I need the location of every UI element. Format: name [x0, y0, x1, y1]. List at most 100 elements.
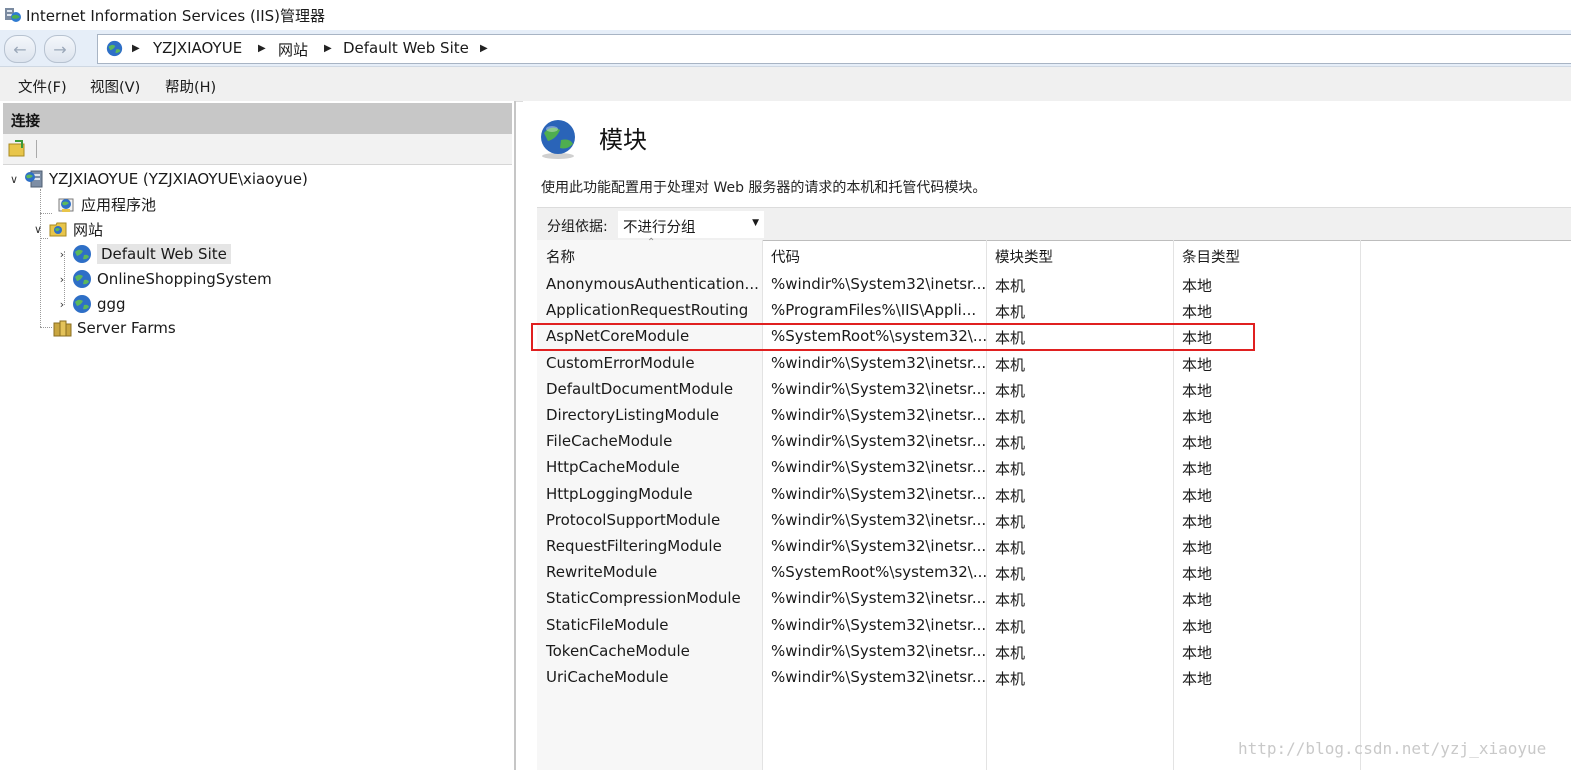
table-row[interactable]: ApplicationRequestRouting %ProgramFiles%\… [537, 299, 1571, 323]
table-row[interactable]: RequestFilteringModule %windir%\System32\… [537, 535, 1571, 559]
menu-file[interactable]: 文件(F) [18, 76, 67, 97]
modules-list: ⌃ 名称 代码 模块类型 条目类型 AnonymousAuthenticatio… [537, 237, 1571, 770]
cell-code: %windir%\System32\inetsr... [771, 510, 987, 529]
breadcrumb[interactable]: ▶ YZJXIAOYUE ▶ 网站 ▶ Default Web Site ▶ [97, 34, 1571, 64]
cell-code: %windir%\System32\inetsr... [771, 615, 987, 634]
page-description: 使用此功能配置用于处理对 Web 服务器的请求的本机和托管代码模块。 [541, 180, 987, 196]
collapse-chevron-icon[interactable]: ∨ [8, 173, 20, 186]
sites-label: 网站 [73, 220, 104, 239]
toolbar-divider [36, 140, 37, 158]
globe-icon [73, 270, 91, 288]
cell-code: %windir%\System32\inetsr... [771, 406, 987, 424]
cell-name: DefaultDocumentModule [546, 379, 734, 398]
column-header-module-type[interactable]: 模块类型 [995, 246, 1053, 267]
cell-entry-type: 本地 [1182, 434, 1213, 453]
group-by-bar: 分组依据: 不进行分组 ▼ [537, 207, 1571, 241]
breadcrumb-default-web-site[interactable]: Default Web Site [343, 39, 469, 57]
window-title: Internet Information Services (IIS)管理器 [26, 7, 326, 25]
server-icon [25, 170, 43, 188]
cell-module-type: 本机 [995, 643, 1026, 662]
cell-entry-type: 本地 [1182, 303, 1213, 322]
table-row[interactable]: RewriteModule %SystemRoot%\system32\... 本机… [537, 561, 1571, 585]
feature-pane: 模块 使用此功能配置用于处理对 Web 服务器的请求的本机和托管代码模块。 分组… [523, 101, 1571, 770]
table-row[interactable]: ProtocolSupportModule %windir%\System32\i… [537, 509, 1571, 533]
table-row[interactable]: CustomErrorModule %windir%\System32\inets… [537, 352, 1571, 376]
connect-icon[interactable] [8, 140, 26, 157]
cell-entry-type: 本地 [1182, 617, 1213, 636]
expand-chevron-icon[interactable]: › [56, 273, 68, 286]
cell-code: %ProgramFiles%\IIS\Appli... [771, 301, 977, 320]
column-header-name[interactable]: 名称 [546, 246, 575, 267]
expand-chevron-icon[interactable]: › [56, 248, 68, 261]
cell-code: %windir%\System32\inetsr... [771, 484, 987, 503]
cell-code: %windir%\System32\inetsr... [771, 379, 987, 398]
breadcrumb-separator-icon[interactable]: ▶ [132, 43, 140, 54]
tree-item-server-farms[interactable]: Server Farms [52, 316, 176, 340]
collapse-chevron-icon[interactable]: ∨ [32, 223, 44, 236]
cell-module-type: 本机 [995, 565, 1026, 584]
table-row[interactable]: FileCacheModule %windir%\System32\inetsr.… [537, 430, 1571, 454]
table-row[interactable]: StaticFileModule %windir%\System32\inetsr… [537, 614, 1571, 638]
menu-bar: 文件(F) 视图(V) 帮助(H) [0, 67, 1571, 102]
cell-name: ApplicationRequestRouting [546, 301, 749, 320]
cell-name: CustomErrorModule [546, 353, 695, 372]
cell-name: StaticFileModule [546, 615, 669, 634]
table-row[interactable]: StaticCompressionModule %windir%\System32… [537, 587, 1571, 611]
expand-chevron-icon[interactable]: › [56, 298, 68, 311]
cell-entry-type: 本地 [1182, 277, 1213, 295]
iis-manager-icon [5, 8, 21, 22]
tree-item-onlineshoppingsystem[interactable]: › OnlineShoppingSystem [56, 267, 272, 291]
table-row[interactable]: DirectoryListingModule %windir%\System32\… [537, 404, 1571, 428]
app-pools-label: 应用程序池 [81, 195, 157, 214]
tree-item-sites[interactable]: ∨ 网站 [32, 217, 103, 241]
tree-line [40, 213, 52, 214]
address-bar: ← → ▶ YZJXIAOYUE ▶ 网站 ▶ Default Web Site… [0, 30, 1571, 67]
table-row[interactable]: AnonymousAuthentication... %windir%\Syste… [537, 273, 1571, 297]
column-header-entry-type[interactable]: 条目类型 [1182, 246, 1240, 267]
cell-module-type: 本机 [995, 277, 1026, 295]
modules-globe-icon [541, 120, 575, 159]
tree-item-default-web-site[interactable]: › Default Web Site [56, 242, 231, 266]
cell-name: ProtocolSupportModule [546, 510, 721, 529]
tree-line [40, 327, 52, 328]
cell-name: RequestFilteringModule [546, 537, 722, 555]
breadcrumb-server[interactable]: YZJXIAOYUE [153, 39, 242, 57]
cell-code: %windir%\System32\inetsr... [771, 275, 987, 293]
watermark: http://blog.csdn.net/yzj_xiaoyue [1238, 739, 1547, 758]
cell-module-type: 本机 [995, 381, 1026, 400]
breadcrumb-sites[interactable]: 网站 [278, 39, 308, 60]
breadcrumb-separator-icon[interactable]: ▶ [258, 43, 266, 54]
globe-icon [73, 295, 91, 313]
menu-view[interactable]: 视图(V) [90, 76, 140, 97]
tree-item-server[interactable]: ∨ YZJXIAOYUE (YZJXIAOYUE\xiaoyue) [8, 167, 308, 191]
cell-name: FileCacheModule [546, 432, 673, 451]
column-header-code[interactable]: 代码 [771, 246, 800, 267]
connections-header: 连接 [3, 103, 512, 134]
tree-line [40, 189, 41, 327]
table-row[interactable]: UriCacheModule %windir%\System32\inetsr..… [537, 666, 1571, 690]
table-row[interactable]: DefaultDocumentModule %windir%\System32\i… [537, 378, 1571, 402]
back-button[interactable]: ← [4, 35, 36, 63]
page-title: 模块 [599, 126, 647, 154]
cell-module-type: 本机 [995, 408, 1026, 426]
table-row[interactable]: HttpLoggingModule %windir%\System32\inets… [537, 483, 1571, 507]
breadcrumb-separator-icon[interactable]: ▶ [480, 43, 488, 54]
tree-item-ggg[interactable]: › ggg [56, 292, 126, 316]
tree-item-app-pools[interactable]: 应用程序池 [56, 192, 156, 216]
site-label: OnlineShoppingSystem [97, 270, 272, 288]
site-label: ggg [97, 295, 126, 313]
connections-toolbar [3, 134, 512, 165]
forward-button[interactable]: → [44, 35, 76, 63]
menu-help[interactable]: 帮助(H) [165, 76, 216, 97]
cell-module-type: 本机 [995, 591, 1026, 610]
cell-module-type: 本机 [995, 303, 1026, 322]
cell-code: %windir%\System32\inetsr... [771, 353, 987, 372]
cell-name: TokenCacheModule [546, 641, 690, 660]
table-row[interactable]: HttpCacheModule %windir%\System32\inetsr.… [537, 456, 1571, 480]
group-by-select[interactable]: 不进行分组 ▼ [618, 211, 764, 238]
table-row[interactable]: TokenCacheModule %windir%\System32\inetsr… [537, 640, 1571, 664]
cell-name: StaticCompressionModule [546, 589, 741, 608]
breadcrumb-separator-icon[interactable]: ▶ [324, 43, 332, 54]
title-bar: Internet Information Services (IIS)管理器 [0, 0, 1571, 30]
cell-entry-type: 本地 [1182, 486, 1213, 505]
